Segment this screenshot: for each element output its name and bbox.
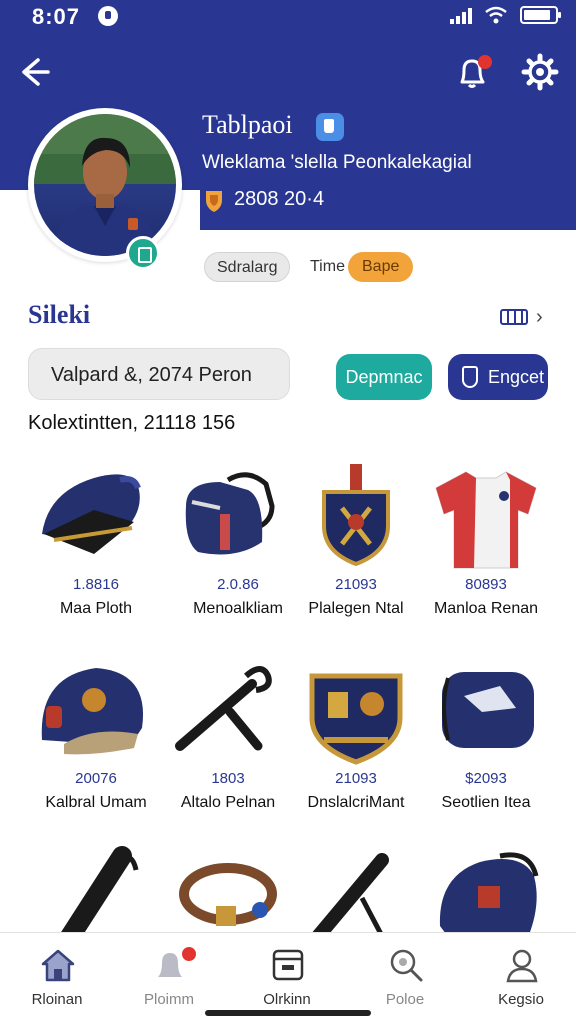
item-price: 2.0.86 — [217, 576, 259, 593]
avatar-edit-badge-icon[interactable] — [126, 236, 160, 270]
player-portrait-icon — [34, 114, 176, 256]
profile-subtitle: Wleklama 'slella Peonkalekagial — [202, 152, 472, 173]
pack-icon — [439, 852, 539, 936]
grid-item-6[interactable]: 1803 Altalo Pelnan — [166, 656, 290, 826]
item-name: Plalegen Ntal — [308, 600, 404, 617]
item-price: 80893 — [465, 576, 507, 593]
item-name: DnslalcriMant — [307, 794, 405, 811]
signal-icon — [450, 6, 472, 24]
section-title: Sileki — [28, 300, 91, 329]
battery-icon — [520, 6, 561, 24]
bag-icon — [442, 672, 534, 748]
backpack-icon — [185, 472, 275, 555]
chip-standard[interactable]: Sdralarg — [204, 252, 291, 282]
item-price: 20076 — [75, 770, 117, 787]
item-price: 1.8816 — [73, 576, 119, 593]
belt-icon — [179, 863, 277, 926]
nav-label: Olrkinn — [263, 991, 311, 1008]
item-name: Manloa Renan — [433, 600, 539, 617]
nav-label: Rloinan — [31, 991, 83, 1008]
item-name: Maa Ploth — [59, 600, 133, 617]
nav-label: Kegsio — [498, 991, 544, 1008]
helmet-icon — [41, 668, 144, 755]
nav-item-home[interactable]: Rloinan — [2, 943, 112, 1015]
verified-badge-icon — [316, 113, 344, 141]
status-icons — [450, 6, 561, 24]
chevron-right-icon[interactable]: › — [536, 306, 543, 329]
grid-item-2[interactable]: 2.0.86 Menoalkliam — [176, 462, 300, 632]
nav-item-profile[interactable]: Kegsio — [466, 943, 576, 1015]
hammer-icon — [175, 666, 272, 751]
cap-icon — [42, 474, 141, 554]
nav-item-search[interactable]: Poloe — [350, 943, 460, 1015]
grid-item-3[interactable]: 21093 Plalegen Ntal — [294, 462, 418, 632]
grid-item-7[interactable]: 21093 DnslalcriMant — [294, 656, 418, 826]
trash-icon — [462, 366, 478, 388]
item-price: 21093 — [335, 770, 377, 787]
item-name: Altalo Pelnan — [180, 794, 276, 811]
navy-action-label: Engcet — [488, 367, 545, 387]
item-price: $2093 — [465, 770, 507, 787]
shield-badge-icon — [309, 673, 403, 765]
box-icon — [272, 949, 304, 981]
search-input[interactable]: Valpard &, 2074 Peron — [28, 348, 290, 400]
grid-item-1[interactable]: 1.8816 Maa Ploth — [34, 462, 158, 632]
nav-item-orders[interactable]: Olrkinn — [232, 943, 342, 1015]
settings-gear-icon[interactable] — [518, 52, 562, 92]
notification-dot-icon — [98, 6, 118, 26]
trophy-shield-icon — [206, 191, 222, 212]
search-icon — [390, 949, 423, 982]
jersey-icon — [435, 471, 537, 569]
item-name: Kalbral Umam — [45, 794, 147, 811]
profile-stats: 2808 20·4 — [234, 188, 325, 210]
chip-badge[interactable]: Bape — [348, 252, 414, 282]
profile-name: Tablpaoi — [202, 110, 293, 139]
grid-item-4[interactable]: 80893 Manloa Renan — [424, 462, 548, 632]
stick-icon — [309, 853, 389, 936]
nav-item-notifications[interactable]: Ploimm — [114, 943, 224, 1015]
nav-badge-icon — [180, 945, 198, 963]
status-time: 8:07 — [32, 4, 81, 29]
nav-label: Poloe — [385, 991, 425, 1008]
crest-icon — [322, 464, 390, 567]
item-price: 1803 — [211, 770, 245, 787]
notification-bell-icon[interactable] — [452, 52, 496, 92]
back-arrow-icon[interactable] — [14, 52, 54, 92]
grid-item-5[interactable]: 20076 Kalbral Umam — [34, 656, 158, 826]
status-bar: 8:07 — [0, 0, 576, 34]
teal-action-button[interactable]: Depmnac — [336, 354, 432, 400]
navy-action-button[interactable]: Engcet — [448, 354, 548, 400]
home-indicator[interactable] — [205, 1010, 371, 1016]
wifi-icon — [485, 6, 507, 24]
grid-item-10[interactable] — [176, 846, 300, 936]
view-toggle-icon[interactable] — [500, 308, 530, 326]
bat-icon — [58, 846, 139, 936]
nav-label: Ploimm — [143, 991, 194, 1008]
item-name: Seotlien Itea — [441, 794, 531, 811]
profile-icon — [506, 949, 538, 983]
collection-label: Kolextintten, 21118 156 — [28, 412, 236, 434]
avatar-frame[interactable] — [28, 108, 182, 262]
grid-item-11[interactable] — [300, 846, 424, 936]
avatar — [34, 114, 176, 256]
grid-item-12[interactable] — [430, 846, 554, 936]
grid-item-8[interactable]: $2093 Seotlien Itea — [424, 656, 548, 826]
grid-item-9[interactable] — [44, 846, 168, 936]
item-price: 21093 — [335, 576, 377, 593]
home-icon — [41, 949, 75, 982]
